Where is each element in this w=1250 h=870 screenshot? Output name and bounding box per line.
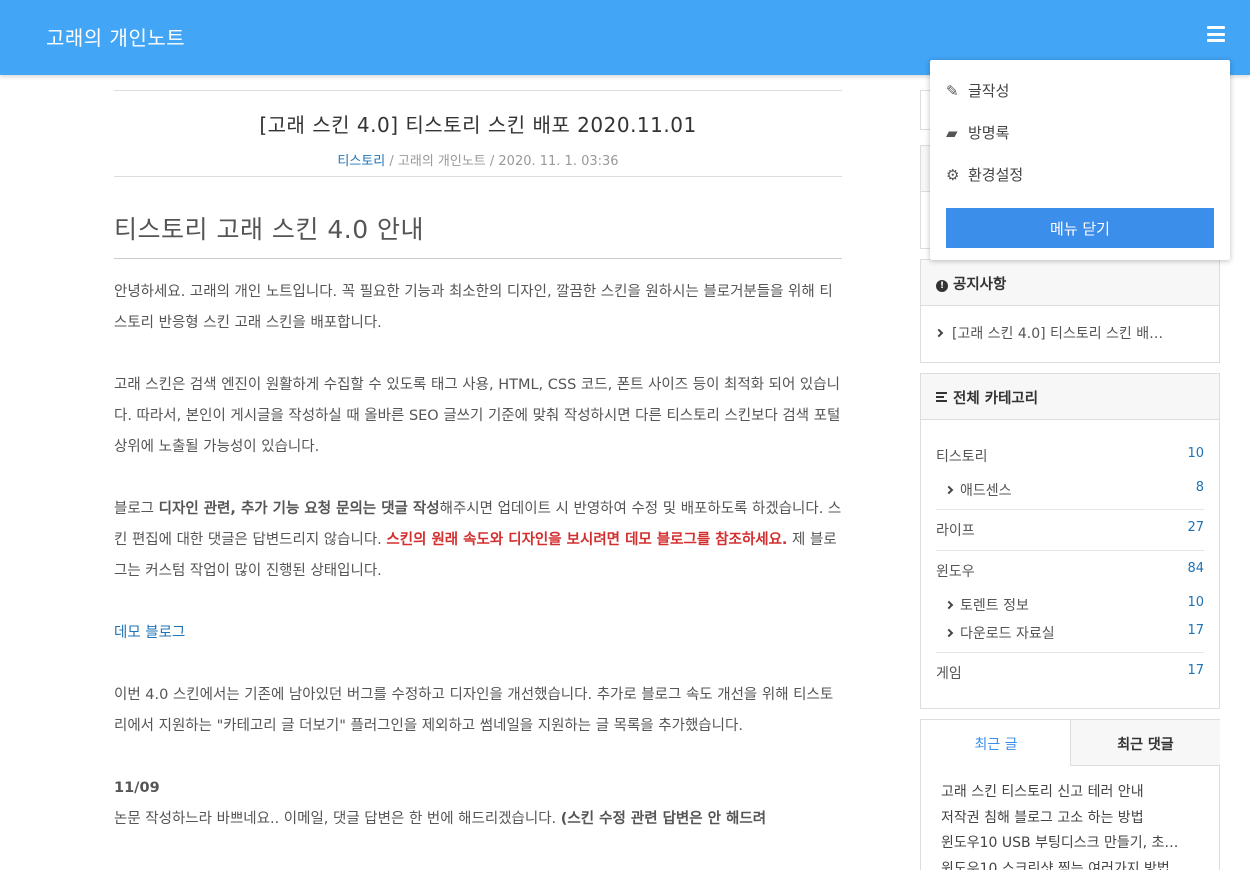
tab-recent-posts[interactable]: 최근 글 [921, 720, 1071, 766]
category-item-game[interactable]: 게임 17 [936, 663, 1204, 683]
category-label: 토렌트 정보 [960, 598, 1029, 614]
post-content: 티스토리 고래 스킨 4.0 안내 안녕하세요. 고래의 개인 노트입니다. 꼭… [114, 210, 842, 835]
paragraph-request: 블로그 디자인 관련, 추가 기능 요청 문의는 댓글 작성해주시면 업데이트 … [114, 494, 842, 587]
chevron-right-icon [944, 600, 954, 610]
category-item-life[interactable]: 라이프 27 [936, 520, 1204, 540]
highlight-text: 스킨의 원래 속도와 디자인을 보시려면 데모 블로그를 참조하세요. [386, 532, 788, 548]
category-count: 17 [1187, 663, 1204, 678]
site-title[interactable]: 고래의 개인노트 [46, 22, 185, 51]
category-item-download[interactable]: 다운로드 자료실 17 [936, 623, 1204, 643]
notice-item-label: [고래 스킨 4.0] 티스토리 스킨 배… [952, 326, 1164, 342]
post-header: [고래 스킨 4.0] 티스토리 스킨 배포 2020.11.01 티스토리 /… [114, 90, 842, 177]
category-box: 전체 카테고리 티스토리 10 애드센스 8 라이프 27 윈도우 84 토렌트 정보 1… [920, 373, 1220, 709]
menu-item-label: 환경설정 [968, 166, 1024, 184]
category-label: 다운로드 자료실 [960, 626, 1055, 642]
menu-item-guestbook[interactable]: ▰ 방명록 [946, 122, 1009, 143]
chevron-right-icon [934, 328, 944, 338]
post-meta: 티스토리 / 고래의 개인노트 / 2020. 11. 1. 03:36 [114, 150, 842, 169]
list-item[interactable]: 윈도우10 USB 부팅디스크 만들기, 초… [941, 831, 1191, 857]
paragraph-intro: 안녕하세요. 고래의 개인 노트입니다. 꼭 필요한 기능과 최소한의 디자인,… [114, 284, 833, 331]
menu-item-label: 글작성 [968, 82, 1010, 100]
category-label: 게임 [936, 666, 962, 682]
content-heading: 티스토리 고래 스킨 4.0 안내 [114, 210, 842, 259]
category-count: 8 [1195, 480, 1204, 495]
hamburger-menu-icon[interactable] [1207, 26, 1225, 42]
pencil-icon: ✎ [946, 82, 959, 100]
text-fragment: 논문 작성하느라 바쁘네요.. 이메일, 댓글 답변은 한 번에 해드리겠습니다… [114, 811, 561, 827]
chevron-right-icon [944, 628, 954, 638]
demo-blog-link[interactable]: 데모 블로그 [114, 625, 185, 641]
notice-box: ! 공지사항 [고래 스킨 4.0] 티스토리 스킨 배… [920, 259, 1220, 363]
category-item-torrent[interactable]: 토렌트 정보 10 [936, 595, 1204, 615]
category-count: 10 [1187, 595, 1204, 610]
menu-item-label: 방명록 [968, 124, 1010, 142]
menu-dropdown: ✎ 글작성 ▰ 방명록 ⚙ 환경설정 메뉴 닫기 [930, 60, 1230, 260]
bold-text: 디자인 관련, 추가 기능 요청 문의는 댓글 작성 [158, 501, 440, 517]
text-fragment: 블로그 [114, 501, 159, 517]
close-menu-button[interactable]: 메뉴 닫기 [946, 208, 1214, 248]
category-label: 라이프 [936, 523, 975, 539]
menu-item-write[interactable]: ✎ 글작성 [946, 80, 1009, 101]
comment-icon: ▰ [946, 124, 958, 142]
chevron-right-icon [944, 485, 954, 495]
category-item-adsense[interactable]: 애드센스 8 [936, 480, 1204, 500]
info-icon: ! [936, 280, 948, 292]
post-meta-info: / 고래의 개인노트 / 2020. 11. 1. 03:36 [385, 154, 619, 169]
category-count: 10 [1187, 446, 1204, 461]
list-item[interactable]: 고래 스킨 티스토리 신고 테러 안내 [941, 780, 1191, 806]
category-header: 전체 카테고리 [921, 374, 1219, 420]
tab-recent-comments[interactable]: 최근 댓글 [1070, 720, 1220, 766]
menu-item-settings[interactable]: ⚙ 환경설정 [946, 164, 1023, 185]
notice-item[interactable]: [고래 스킨 4.0] 티스토리 스킨 배… [921, 306, 1219, 343]
recent-post-list: 고래 스킨 티스토리 신고 테러 안내 저작권 침해 블로그 고소 하는 방법 … [941, 780, 1191, 870]
paragraph-update: 이번 4.0 스킨에서는 기존에 남아있던 버그를 수정하고 디자인을 개선했습… [114, 687, 834, 734]
notice-header: ! 공지사항 [921, 260, 1219, 306]
category-count: 27 [1187, 520, 1204, 535]
category-label: 티스토리 [936, 449, 988, 465]
category-title: 전체 카테고리 [953, 391, 1039, 407]
list-item[interactable]: 윈도우10 스크린샷 찍는 여러가지 방법 [941, 857, 1191, 870]
category-item-windows[interactable]: 윈도우 84 [936, 561, 1204, 581]
list-icon [936, 392, 948, 402]
notice-title: 공지사항 [953, 277, 1007, 293]
gear-icon: ⚙ [946, 166, 960, 184]
category-item-tistory[interactable]: 티스토리 10 [936, 446, 1204, 466]
list-item[interactable]: 저작권 침해 블로그 고소 하는 방법 [941, 806, 1191, 832]
update-date: 11/09 [114, 780, 160, 796]
category-count: 84 [1187, 561, 1204, 576]
category-count: 17 [1187, 623, 1204, 638]
paragraph-notice: 논문 작성하느라 바쁘네요.. 이메일, 댓글 답변은 한 번에 해드리겠습니다… [114, 804, 842, 835]
post-category-link[interactable]: 티스토리 [337, 154, 385, 169]
category-label: 애드센스 [960, 483, 1012, 499]
recent-box: 최근 글 최근 댓글 고래 스킨 티스토리 신고 테러 안내 저작권 침해 블로… [920, 719, 1220, 870]
bold-text: (스킨 수정 관련 답변은 안 해드려 [560, 811, 767, 827]
category-label: 윈도우 [936, 564, 975, 580]
post-title: [고래 스킨 4.0] 티스토리 스킨 배포 2020.11.01 [259, 113, 697, 137]
paragraph-seo: 고래 스킨은 검색 엔진이 원활하게 수집할 수 있도록 태그 사용, HTML… [114, 377, 841, 455]
